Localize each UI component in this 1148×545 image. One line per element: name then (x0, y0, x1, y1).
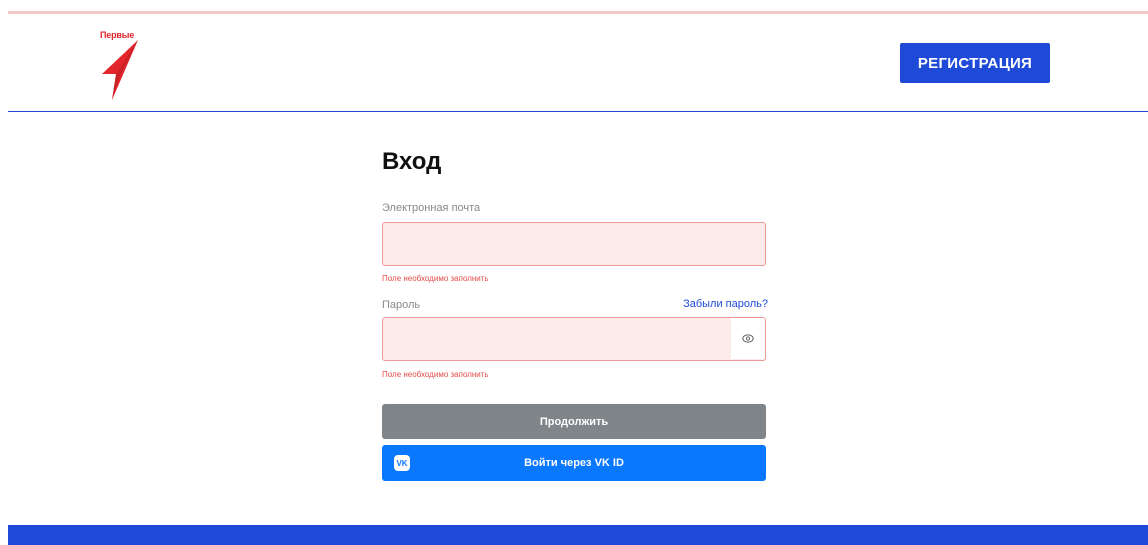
footer-bar (8, 525, 1148, 545)
brand-logo[interactable]: Первые (100, 30, 140, 100)
vk-login-label: Войти через VK ID (524, 457, 624, 469)
email-error: Поле необходимо заполнить (382, 274, 489, 283)
register-button[interactable]: РЕГИСТРАЦИЯ (900, 43, 1050, 83)
logo-text: Первые (100, 30, 134, 40)
eye-icon[interactable] (731, 318, 765, 359)
password-error: Поле необходимо заполнить (382, 370, 489, 379)
red-arrow-logo-icon (102, 40, 138, 100)
email-label: Электронная почта (382, 202, 481, 214)
site-header: Первые РЕГИСТРАЦИЯ (8, 14, 1148, 112)
header-divider (8, 111, 1148, 112)
password-label: Пароль (382, 299, 421, 311)
vk-icon: VK (394, 455, 410, 471)
password-field-wrapper (382, 317, 766, 361)
password-field[interactable] (383, 318, 765, 360)
email-field[interactable] (383, 223, 765, 265)
page-title: Вход (382, 148, 442, 175)
forgot-password-link[interactable]: Забыли пароль? (683, 298, 768, 310)
email-field-wrapper (382, 222, 766, 266)
continue-button[interactable]: Продолжить (382, 404, 766, 439)
vk-login-button[interactable]: VK Войти через VK ID (382, 445, 766, 481)
